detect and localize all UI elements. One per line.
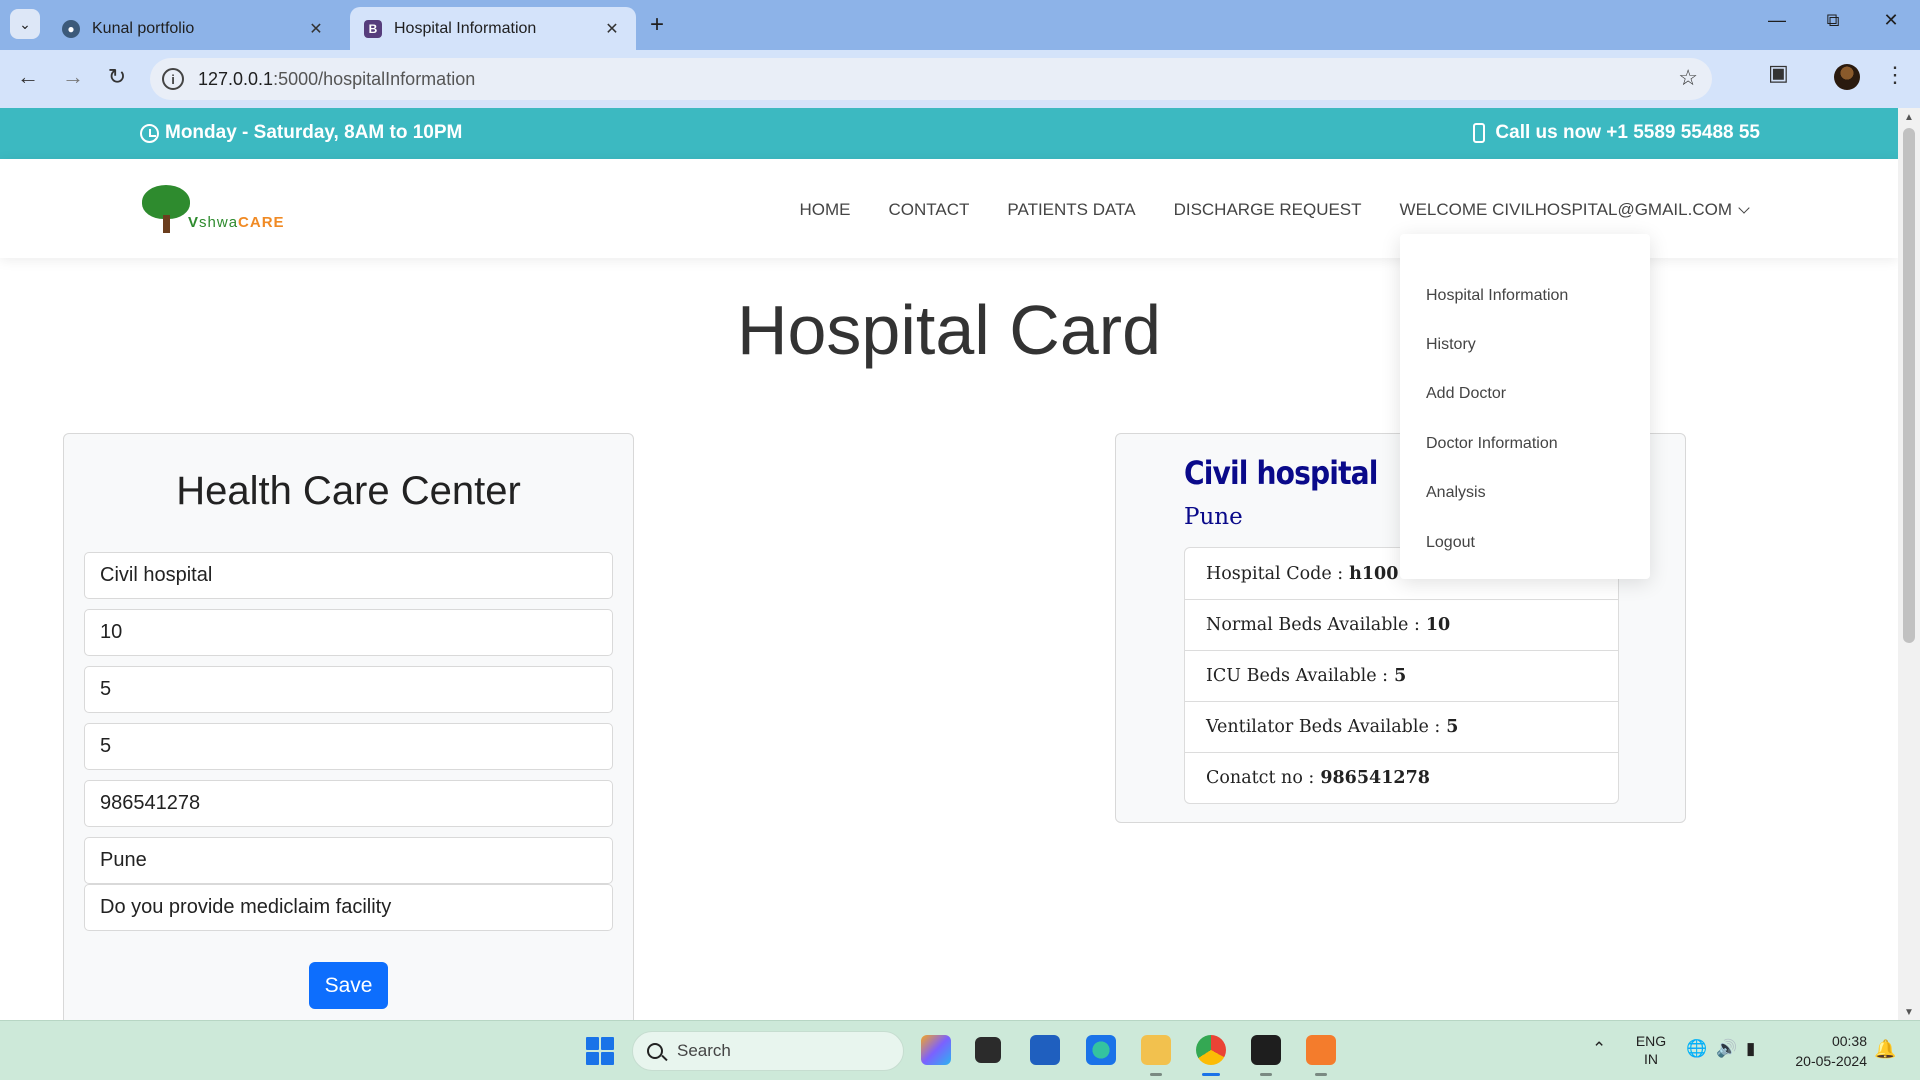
nav-discharge-request[interactable]: DISCHARGE REQUEST	[1174, 200, 1362, 220]
terminal-app-icon[interactable]	[1251, 1035, 1281, 1076]
scroll-down-icon[interactable]: ▼	[1904, 1007, 1914, 1018]
file-explorer-icon[interactable]	[1141, 1035, 1171, 1076]
tab-kunal-portfolio[interactable]: ● Kunal portfolio ✕	[48, 7, 340, 50]
opening-hours: Monday - Saturday, 8AM to 10PM	[140, 122, 462, 144]
xampp-app-icon[interactable]	[1306, 1035, 1336, 1076]
tree-logo-icon	[140, 185, 192, 235]
tab-title: Hospital Information	[394, 19, 537, 37]
normal-beds-row: Normal Beds Available :10	[1185, 599, 1618, 650]
extensions-icon[interactable]: ▣	[1768, 60, 1789, 86]
page-scrollbar[interactable]: ▲ ▼	[1898, 108, 1920, 1020]
volume-icon[interactable]: 🔊	[1716, 1039, 1737, 1059]
opening-hours-text: Monday - Saturday, 8AM to 10PM	[165, 122, 463, 143]
network-globe-icon[interactable]: 🌐	[1686, 1039, 1707, 1059]
restore-icon[interactable]: ⧉	[1818, 10, 1848, 31]
browser-toolbar: ← → ↻ i 127.0.0.1:5000/hospitalInformati…	[0, 50, 1920, 108]
tab-close-icon[interactable]: ✕	[306, 19, 326, 39]
store-app-icon[interactable]	[1030, 1035, 1060, 1065]
site-info-icon[interactable]: i	[162, 68, 184, 90]
tab-close-icon[interactable]: ✕	[602, 19, 622, 39]
notification-bell-icon[interactable]: 🔔	[1874, 1039, 1896, 1060]
bootstrap-favicon-icon: B	[364, 19, 382, 38]
chevron-down-icon	[1738, 202, 1750, 214]
ventilator-beds-row: Ventilator Beds Available :5	[1185, 701, 1618, 752]
globe-icon: ●	[62, 19, 80, 38]
bookmark-star-icon[interactable]: ☆	[1678, 65, 1698, 91]
form-title: Health Care Center	[176, 469, 521, 513]
close-window-icon[interactable]: ✕	[1876, 10, 1906, 31]
contact-number-input[interactable]	[84, 780, 613, 827]
contact-number-row: Conatct no :986541278	[1185, 752, 1618, 803]
top-info-bar: Monday - Saturday, 8AM to 10PM Call us n…	[0, 108, 1898, 159]
tab-hospital-information[interactable]: B Hospital Information ✕	[350, 7, 636, 50]
forward-icon[interactable]: →	[58, 64, 88, 90]
normal-beds-input[interactable]	[84, 609, 613, 656]
icu-beds-input[interactable]	[84, 666, 613, 713]
city-input[interactable]	[84, 837, 613, 884]
site-logo[interactable]: VshwaCARE	[140, 185, 285, 235]
browser-tab-bar: ⌄ ● Kunal portfolio ✕ B Hospital Informa…	[0, 0, 1920, 50]
menu-item-doctor-information[interactable]: Doctor Information	[1426, 435, 1558, 453]
browser-menu-icon[interactable]: ⋮	[1884, 62, 1906, 88]
system-clock[interactable]: 00:38 20-05-2024	[1785, 1031, 1867, 1071]
tab-search-dropdown-icon[interactable]: ⌄	[10, 9, 40, 39]
hospital-details-list: Hospital Code : h100 Normal Beds Availabl…	[1184, 547, 1619, 804]
logo-text: VshwaCARE	[188, 214, 285, 231]
nav-links: HOME CONTACT PATIENTS DATA DISCHARGE REQ…	[762, 200, 1750, 220]
language-indicator[interactable]: ENG IN	[1634, 1032, 1668, 1068]
chevron-up-icon[interactable]: ⌃	[1592, 1039, 1606, 1059]
tab-title: Kunal portfolio	[92, 19, 195, 37]
menu-item-add-doctor[interactable]: Add Doctor	[1426, 385, 1506, 403]
welcome-text: WELCOME CIVILHOSPITAL@GMAIL.COM	[1399, 200, 1732, 219]
ventilator-beds-input[interactable]	[84, 723, 613, 770]
nav-patients-data[interactable]: PATIENTS DATA	[1007, 200, 1135, 220]
save-button[interactable]: Save	[309, 962, 388, 1009]
url-text: 127.0.0.1:5000/hospitalInformation	[198, 68, 476, 89]
taskbar-search-label: Search	[677, 1041, 731, 1060]
hospital-city: Pune	[1184, 504, 1243, 530]
profile-avatar[interactable]	[1834, 64, 1860, 90]
scrollbar-thumb[interactable]	[1903, 128, 1915, 643]
user-dropdown-menu: Hospital Information History Add Doctor …	[1400, 234, 1650, 579]
menu-item-analysis[interactable]: Analysis	[1426, 484, 1486, 502]
scroll-up-icon[interactable]: ▲	[1904, 112, 1914, 123]
clock-icon	[140, 123, 159, 143]
icu-beds-row: ICU Beds Available :5	[1185, 650, 1618, 701]
menu-item-history[interactable]: History	[1426, 336, 1476, 354]
back-icon[interactable]: ←	[13, 64, 43, 90]
edge-browser-icon[interactable]	[1086, 1035, 1116, 1065]
windows-start-icon[interactable]	[586, 1037, 614, 1065]
hospital-name: Civil hospital	[1184, 454, 1378, 492]
reload-icon[interactable]: ↻	[102, 64, 132, 90]
minimize-icon[interactable]: —	[1762, 10, 1792, 31]
phone-icon	[1473, 123, 1486, 143]
nav-home[interactable]: HOME	[800, 200, 851, 220]
menu-item-hospital-information[interactable]: Hospital Information	[1426, 287, 1568, 305]
copilot-app-icon[interactable]	[921, 1035, 951, 1065]
mediclaim-input[interactable]	[84, 884, 613, 931]
menu-item-logout[interactable]: Logout	[1426, 534, 1475, 552]
nav-contact[interactable]: CONTACT	[889, 200, 970, 220]
address-bar[interactable]: i 127.0.0.1:5000/hospitalInformation ☆	[150, 58, 1712, 100]
search-icon	[647, 1043, 663, 1059]
hospital-name-input[interactable]	[84, 552, 613, 599]
new-tab-icon[interactable]: +	[650, 11, 664, 39]
call-text: Call us now +1 5589 55488 55	[1495, 122, 1760, 143]
call-info: Call us now +1 5589 55488 55	[1473, 122, 1760, 144]
taskbar-search[interactable]: Search	[632, 1031, 904, 1071]
nav-welcome-dropdown[interactable]: WELCOME CIVILHOSPITAL@GMAIL.COM	[1399, 200, 1750, 220]
chrome-browser-icon[interactable]	[1196, 1035, 1226, 1076]
battery-icon[interactable]: ▮	[1746, 1039, 1755, 1059]
windows-taskbar: Search ⌃ ENG IN 🌐 🔊 ▮ 00:38 20-05-2024 🔔	[0, 1020, 1920, 1080]
task-view-icon[interactable]	[975, 1037, 1001, 1063]
health-care-form: Health Care Center Save	[63, 433, 634, 1033]
